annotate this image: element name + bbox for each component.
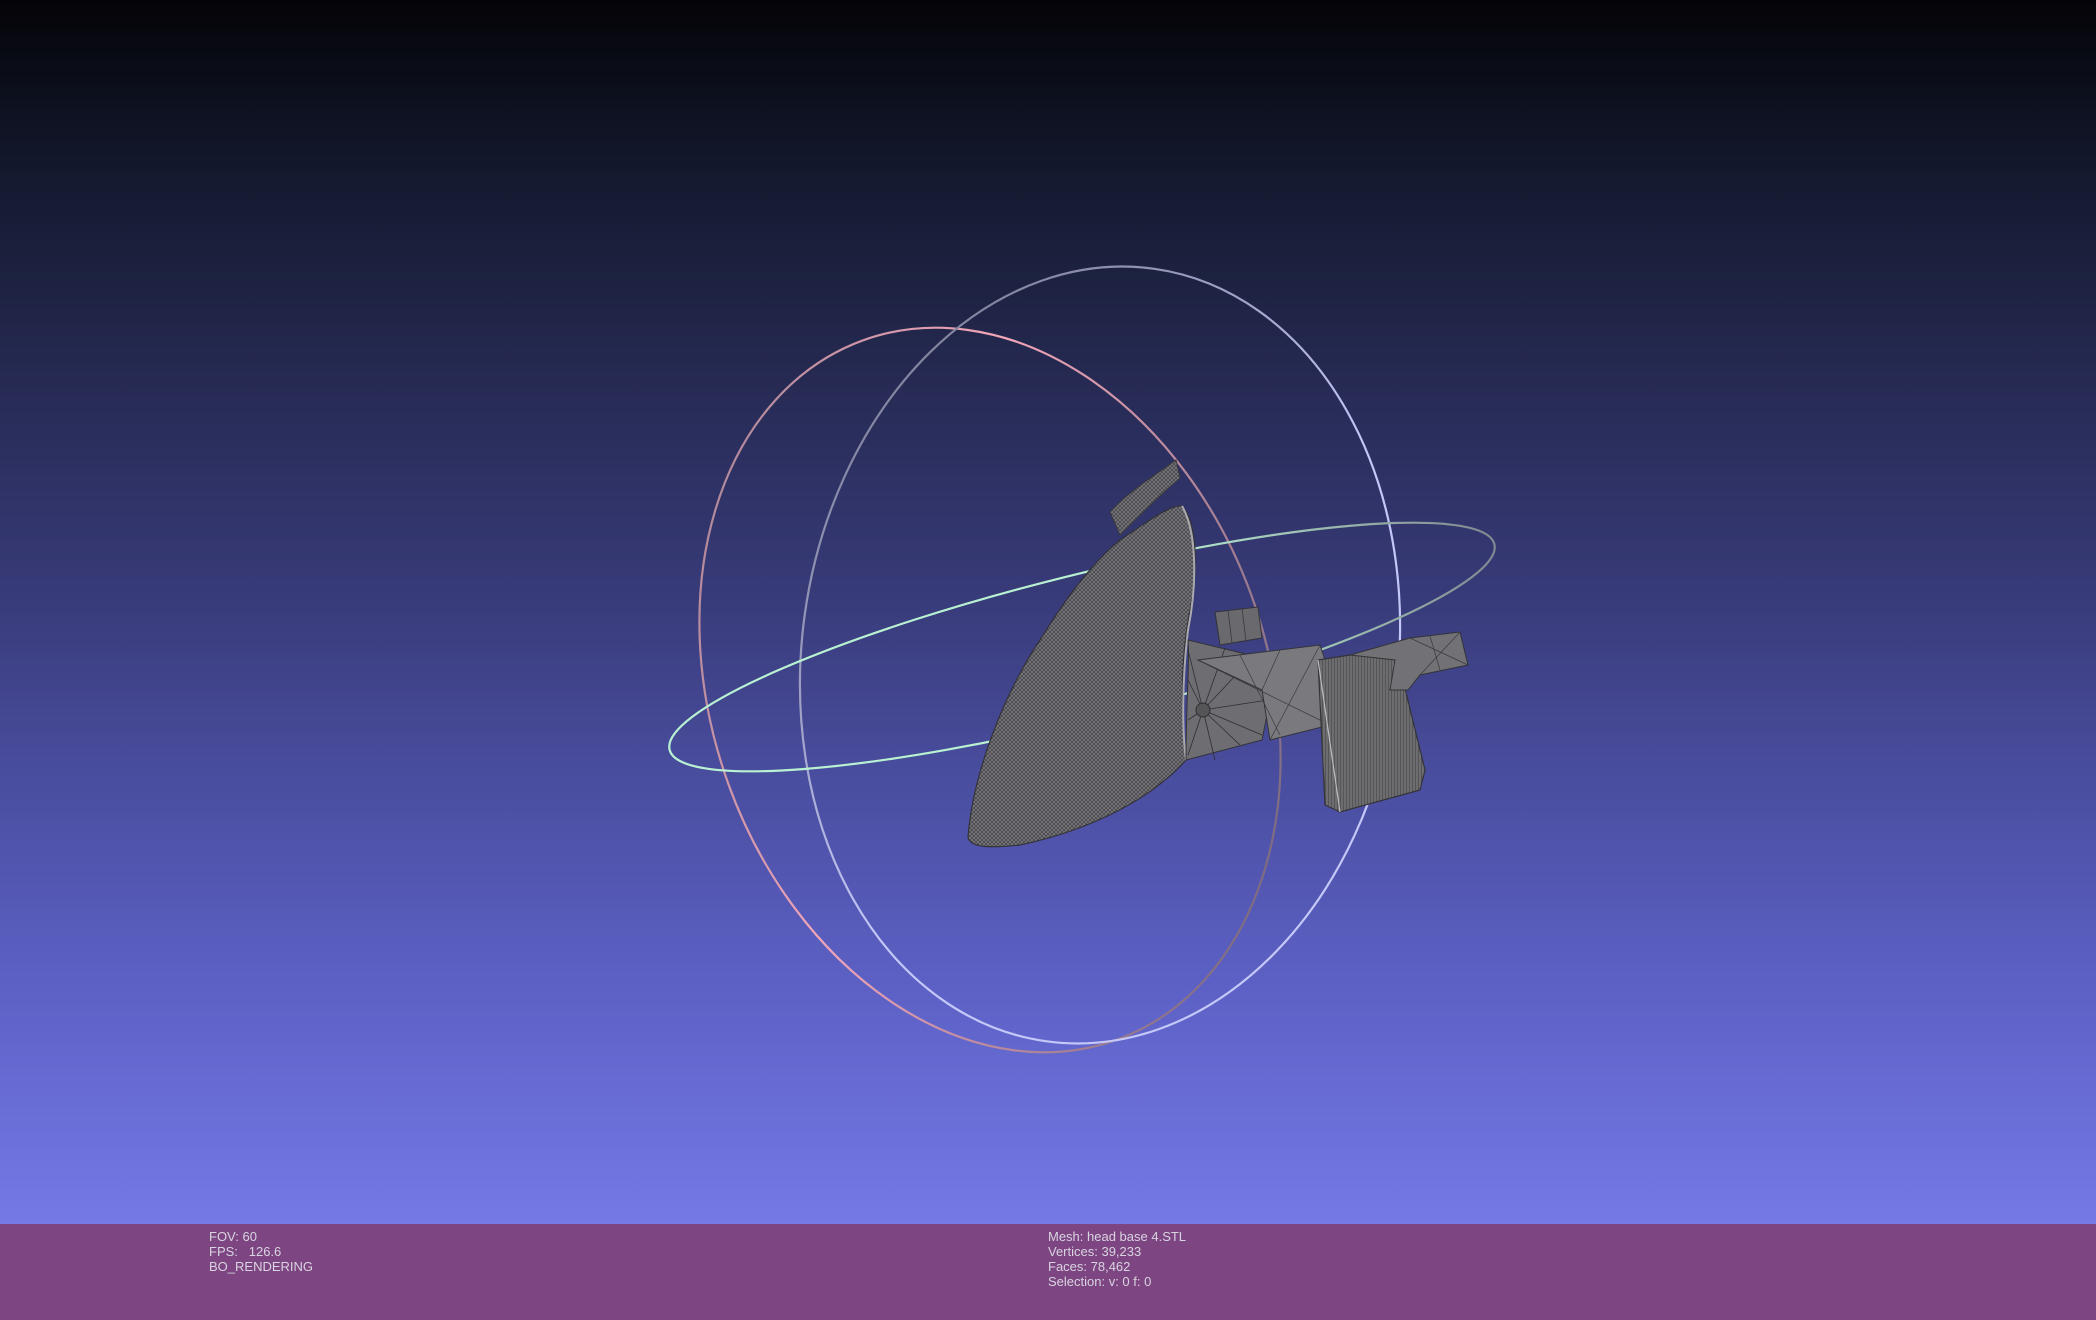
face-count: Faces: 78,462: [1048, 1259, 1131, 1274]
mesh-info: Mesh: head base 4.STL Vertices: 39,233 F…: [1048, 1229, 1186, 1289]
vertex-count: Vertices: 39,233: [1048, 1244, 1142, 1259]
selection-info: Selection: v: 0 f: 0: [1048, 1274, 1152, 1289]
mesh-peg: [1214, 606, 1263, 646]
render-info: FOV: 60 FPS: 126.6 BO_RENDERING: [209, 1229, 313, 1274]
mesh-shell: [967, 505, 1196, 848]
mesh-name: Mesh: head base 4.STL: [1048, 1229, 1187, 1244]
fps-readout: FPS: 126.6: [209, 1244, 282, 1259]
3d-viewport[interactable]: [0, 0, 2096, 1224]
render-mode: BO_RENDERING: [209, 1259, 314, 1274]
fov-readout: FOV: 60: [209, 1229, 257, 1244]
status-bar: FOV: 60 FPS: 126.6 BO_RENDERING Mesh: he…: [0, 1224, 2096, 1320]
mesh-model[interactable]: [967, 459, 1469, 848]
